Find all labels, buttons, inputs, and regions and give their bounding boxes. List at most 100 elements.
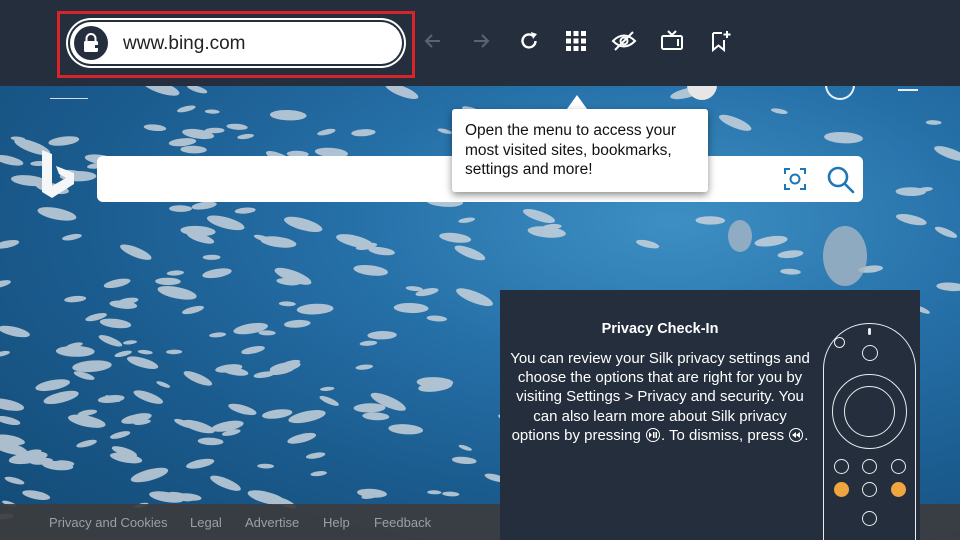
remote-back-icon bbox=[834, 459, 849, 474]
fish-shape bbox=[241, 345, 265, 355]
fish-shape bbox=[157, 285, 197, 300]
fish-shape bbox=[362, 412, 390, 421]
url-text[interactable]: www.bing.com bbox=[123, 33, 246, 55]
fish-shape bbox=[64, 295, 87, 303]
fish-shape bbox=[99, 318, 132, 329]
fish-shape bbox=[183, 371, 213, 386]
remote-power-icon bbox=[834, 337, 845, 348]
fish-shape bbox=[202, 268, 232, 279]
fish-shape bbox=[456, 288, 493, 307]
remote-rewind-icon bbox=[834, 482, 849, 497]
fish-shape bbox=[287, 432, 317, 444]
fish-shape bbox=[133, 390, 164, 404]
tooltip-text: Open the menu to access your most visite… bbox=[465, 122, 677, 178]
fish-shape bbox=[177, 105, 196, 113]
fish-shape bbox=[353, 403, 386, 413]
fish-shape bbox=[257, 463, 274, 469]
hide-eye-icon[interactable] bbox=[609, 26, 639, 56]
browser-toolbar: www.bing.com bbox=[0, 0, 960, 86]
fish-shape bbox=[895, 213, 927, 226]
fish-shape bbox=[141, 86, 180, 96]
apps-grid-icon[interactable] bbox=[561, 26, 591, 56]
footer-link-feedback[interactable]: Feedback bbox=[374, 515, 431, 530]
fish-shape bbox=[180, 145, 207, 154]
fish-shape bbox=[166, 349, 183, 355]
visual-search-icon[interactable] bbox=[782, 166, 808, 197]
search-icon[interactable] bbox=[826, 165, 856, 200]
back-arrow-icon[interactable] bbox=[418, 26, 448, 56]
fish-shape bbox=[320, 386, 335, 391]
privacy-title: Privacy Check-In bbox=[601, 321, 719, 337]
fire-tv-remote-illustration bbox=[823, 323, 916, 540]
fish-shape bbox=[310, 471, 327, 477]
fish-shape bbox=[437, 128, 452, 134]
fish-shape bbox=[777, 250, 804, 259]
hamburger-menu-icon[interactable] bbox=[898, 89, 918, 91]
fish-shape bbox=[770, 108, 788, 115]
footer-link-legal[interactable]: Legal bbox=[190, 515, 222, 530]
fish-shape bbox=[155, 277, 181, 286]
fish-shape bbox=[439, 232, 472, 243]
bing-logo-icon[interactable] bbox=[40, 150, 80, 205]
fish-shape bbox=[934, 146, 960, 161]
fish-shape bbox=[388, 424, 424, 435]
fish-shape bbox=[120, 244, 152, 260]
fish-shape bbox=[258, 330, 276, 336]
fish-shape bbox=[635, 239, 660, 249]
fish-shape bbox=[936, 282, 960, 292]
fish-shape bbox=[4, 476, 25, 485]
fish-shape bbox=[305, 452, 326, 459]
forward-arrow-icon[interactable] bbox=[466, 26, 496, 56]
fish-shape bbox=[103, 278, 131, 289]
fish-shape bbox=[186, 458, 215, 469]
fish-shape bbox=[442, 491, 460, 497]
reload-icon[interactable] bbox=[514, 26, 544, 56]
fish-shape bbox=[454, 245, 486, 261]
remote-play-pause-icon bbox=[862, 482, 877, 497]
fish-shape bbox=[269, 109, 307, 121]
url-bar[interactable]: www.bing.com bbox=[68, 20, 404, 66]
fish-shape bbox=[72, 360, 112, 373]
fish-shape bbox=[109, 431, 131, 439]
lock-icon[interactable] bbox=[74, 26, 108, 60]
fish-shape bbox=[0, 415, 21, 426]
fish-shape bbox=[226, 123, 248, 130]
fish-shape bbox=[319, 395, 339, 406]
fish-shape bbox=[237, 133, 254, 140]
menu-button-glyph-icon bbox=[645, 427, 660, 442]
fish-shape bbox=[126, 356, 159, 369]
remote-select-button bbox=[844, 386, 895, 437]
fish-shape bbox=[62, 233, 82, 241]
fish-shape bbox=[278, 301, 296, 307]
fish-shape bbox=[210, 475, 241, 491]
fish-shape bbox=[367, 330, 397, 340]
fish-shape bbox=[137, 349, 153, 355]
tv-mode-icon[interactable] bbox=[657, 26, 687, 56]
fish-shape bbox=[182, 305, 204, 315]
fish-shape bbox=[695, 216, 726, 225]
privacy-checkin-panel: Privacy Check-In You can review your Sil… bbox=[500, 290, 920, 540]
fish-shape bbox=[166, 270, 184, 276]
fish-shape bbox=[0, 350, 10, 357]
fish-shape bbox=[393, 302, 429, 314]
fish-shape bbox=[317, 128, 336, 136]
bing-nav-underline bbox=[50, 98, 88, 99]
add-bookmark-icon[interactable] bbox=[705, 26, 735, 56]
fish-shape bbox=[288, 410, 326, 424]
fish-shape bbox=[458, 217, 476, 223]
footer-link-advertise[interactable]: Advertise bbox=[245, 515, 299, 530]
fish-shape bbox=[35, 379, 71, 391]
remote-menu-icon bbox=[891, 459, 906, 474]
fish-shape bbox=[451, 456, 477, 465]
remote-mic-icon bbox=[862, 345, 878, 361]
rewind-button-glyph-icon bbox=[789, 427, 804, 442]
remote-plus-icon bbox=[862, 511, 877, 526]
fish-shape bbox=[187, 86, 208, 94]
fish-shape bbox=[426, 315, 447, 322]
fish-shape bbox=[234, 207, 256, 214]
footer-link-help[interactable]: Help bbox=[323, 515, 350, 530]
fish-shape bbox=[156, 381, 171, 388]
menu-tooltip: Open the menu to access your most visite… bbox=[452, 109, 708, 192]
footer-link-privacy[interactable]: Privacy and Cookies bbox=[49, 515, 168, 530]
fish-shape bbox=[202, 254, 221, 260]
